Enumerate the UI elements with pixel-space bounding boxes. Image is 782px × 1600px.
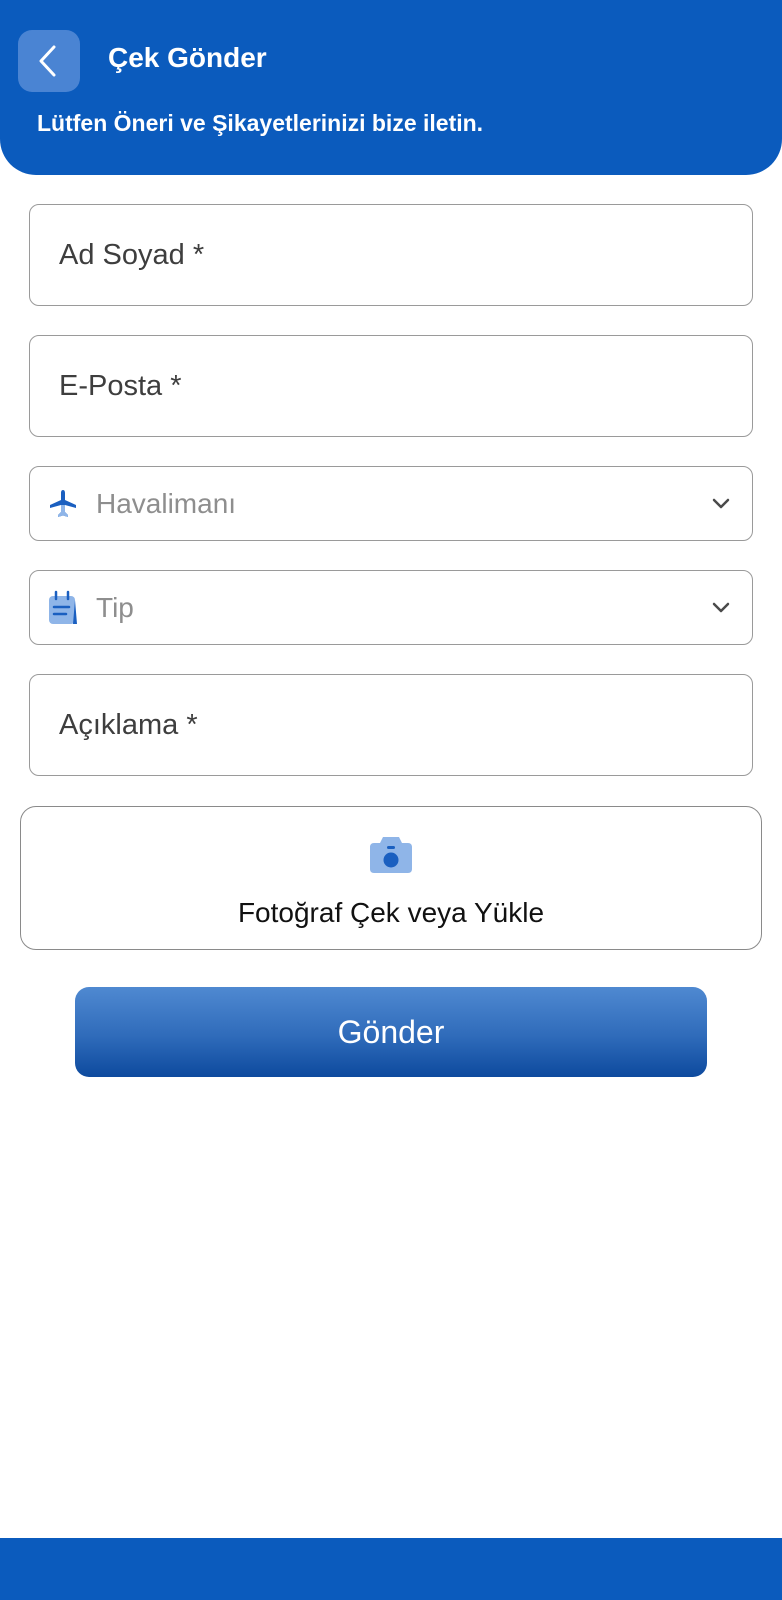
page-title: Çek Gönder bbox=[108, 42, 267, 73]
chevron-down-icon bbox=[710, 493, 732, 515]
email-input[interactable] bbox=[59, 336, 719, 436]
chevron-left-icon bbox=[39, 45, 56, 77]
back-button[interactable] bbox=[18, 30, 80, 92]
description-input[interactable] bbox=[59, 675, 719, 775]
email-field[interactable] bbox=[29, 335, 753, 437]
bottom-bar bbox=[0, 1538, 782, 1600]
description-field[interactable] bbox=[29, 674, 753, 776]
airport-select[interactable]: Havalimanı bbox=[29, 466, 753, 541]
header: Çek Gönder Lütfen Öneri ve Şikayetlerini… bbox=[0, 0, 782, 175]
type-select[interactable]: Tip bbox=[29, 570, 753, 645]
full-name-field[interactable] bbox=[29, 204, 753, 306]
submit-button[interactable]: Gönder bbox=[75, 987, 707, 1077]
airport-select-label: Havalimanı bbox=[96, 487, 237, 519]
page-subtitle: Lütfen Öneri ve Şikayetlerinizi bize ile… bbox=[37, 110, 484, 136]
notepad-icon bbox=[46, 590, 80, 625]
photo-upload-label: Fotoğraf Çek veya Yükle bbox=[237, 897, 545, 928]
full-name-input[interactable] bbox=[59, 205, 719, 305]
airplane-icon bbox=[46, 487, 80, 521]
chevron-down-icon bbox=[710, 597, 732, 619]
camera-icon bbox=[370, 837, 412, 873]
screen: Çek Gönder Lütfen Öneri ve Şikayetlerini… bbox=[0, 0, 782, 1600]
photo-upload-button[interactable]: Fotoğraf Çek veya Yükle bbox=[20, 806, 762, 950]
type-select-label: Tip bbox=[96, 591, 134, 623]
